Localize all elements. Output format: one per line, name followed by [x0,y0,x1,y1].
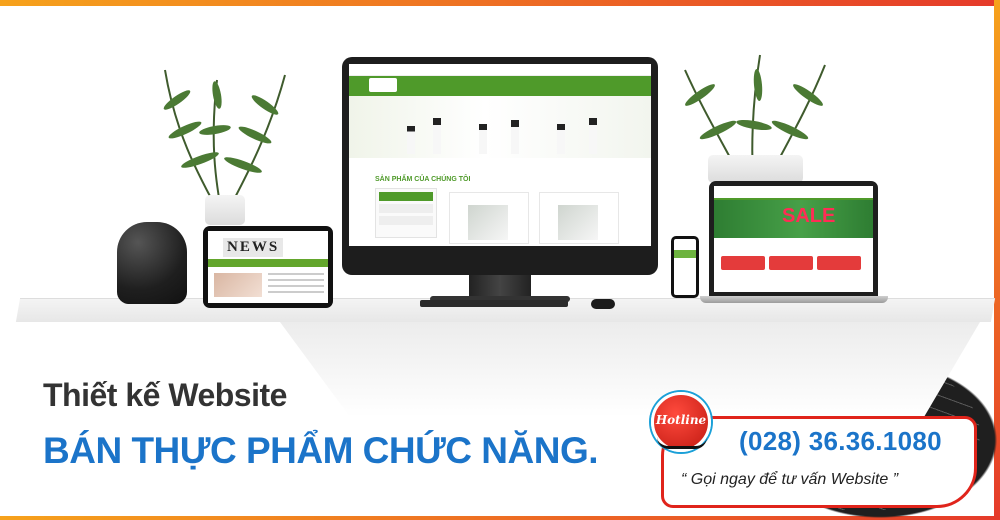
product-image [558,205,598,240]
promo-card [721,256,765,270]
product-bottle [433,118,441,154]
laptop-device: SALE [709,181,878,297]
product-bottle [557,124,565,154]
left-plant-vase [205,195,245,225]
smartphone [671,236,699,298]
desk-shadow [280,322,980,417]
product-card [539,192,619,244]
tablet-screen: NEWS [208,231,328,303]
headset-icon [657,437,707,449]
site-topbar [349,64,651,76]
tablet-device: NEWS [203,226,333,308]
frame-top-border [0,0,1000,6]
hotline-call-to-action: “ Gọi ngay để tư vấn Website ” [681,471,899,488]
monitor-screen: SẢN PHẨM CỦA CHÚNG TÔI [349,64,651,246]
menu-row [379,192,433,201]
laptop-promo-cards [721,256,866,272]
product-bottle [407,126,415,154]
menu-row [379,216,433,225]
product-bottle [589,118,597,154]
headline-line-2: BÁN THỰC PHẨM CHỨC NĂNG. [43,430,599,471]
product-image [468,205,508,240]
laptop-base [700,296,888,303]
product-bottle [511,120,519,154]
smart-speaker [117,222,187,304]
right-plant-pot [708,155,803,183]
site-hero-banner [349,96,651,158]
headline-line-1: Thiết kế Website [43,377,287,413]
hotline-number[interactable]: (028) 36.36.1080 [739,426,942,457]
monitor-chin [349,246,651,268]
desktop-monitor: SẢN PHẨM CỦA CHÚNG TÔI [342,57,658,275]
phone-screen [674,239,696,295]
site-logo [369,78,397,92]
tablet-nav-strip [208,259,328,267]
promo-card [817,256,861,270]
keyboard [420,300,568,307]
product-card [449,192,529,244]
site-category-menu [375,188,437,238]
hero-banner: NEWS SẢN PHẨM CỦA CHÚNG TÔI SALE Thiết k… [0,0,1000,520]
tablet-news-heading: NEWS [223,238,284,257]
laptop-screen: SALE [714,186,873,292]
promo-card [769,256,813,270]
site-section-title: SẢN PHẨM CỦA CHÚNG TÔI [375,176,471,183]
mouse [591,299,615,309]
tablet-article-image [214,273,262,297]
laptop-site-nav [714,191,873,200]
laptop-sale-text: SALE [782,205,836,227]
product-bottle [479,124,487,154]
menu-row [379,204,433,213]
tablet-article-text [268,273,324,297]
hotline-label: Hotline [655,413,707,427]
